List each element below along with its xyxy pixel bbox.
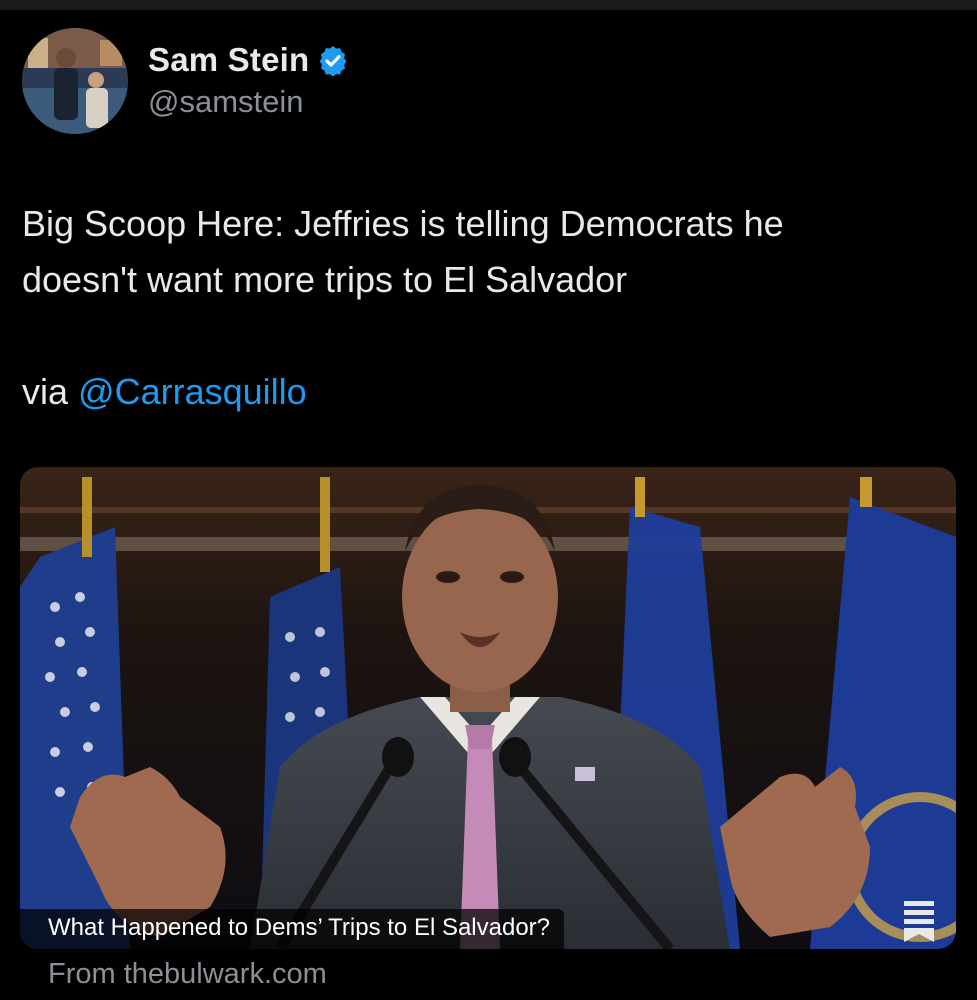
- via-prefix: via: [22, 371, 79, 412]
- tweet-text-line: Big Scoop Here: Jeffries is telling Demo…: [22, 203, 784, 244]
- link-card[interactable]: What Happened to Dems’ Trips to El Salva…: [20, 467, 956, 949]
- link-card-title: What Happened to Dems’ Trips to El Salva…: [20, 909, 565, 949]
- link-source[interactable]: From thebulwark.com: [48, 958, 327, 991]
- profile-photo-icon: [22, 28, 128, 134]
- press-conference-photo-icon: [20, 467, 956, 949]
- author-block: Sam Stein @samstein: [148, 40, 349, 120]
- name-row: Sam Stein: [148, 40, 349, 80]
- via-line: via @Carrasquillo: [22, 364, 942, 420]
- author-display-name[interactable]: Sam Stein: [148, 41, 309, 79]
- author-handle[interactable]: @samstein: [148, 84, 349, 120]
- top-edge-strip: [0, 0, 977, 10]
- mention-link[interactable]: @Carrasquillo: [78, 371, 307, 412]
- bookmark-lines-icon: [904, 901, 934, 942]
- tweet-text-line: doesn't want more trips to El Salvador: [22, 259, 628, 300]
- tweet-body: Big Scoop Here: Jeffries is telling Demo…: [22, 196, 942, 420]
- author-avatar[interactable]: [22, 28, 128, 134]
- verified-badge-icon: [320, 46, 347, 76]
